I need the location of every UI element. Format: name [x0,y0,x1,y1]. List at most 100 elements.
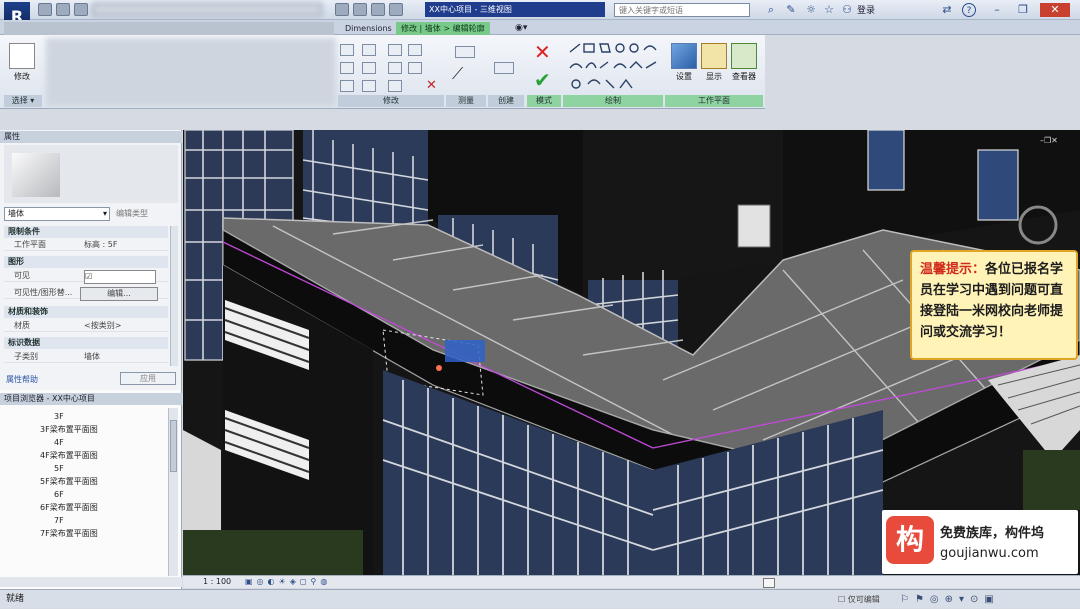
binoculars-icon[interactable]: ⌕ [764,3,778,17]
create-panel-label: 创建 [488,95,524,107]
tab-modify-wall-edit-profile[interactable]: 修改 | 墙体 > 编辑轮廓 [396,22,490,35]
grid-plane-icon [671,43,697,69]
text-icon[interactable] [371,3,385,16]
tab-dimensions[interactable]: Dimensions [340,22,397,35]
watermark-url: goujianwu.com [940,546,1039,561]
prop-row-visible[interactable]: 可见 ☑ [4,270,168,284]
group-constraints[interactable]: 限制条件 [4,226,168,238]
browser-tree-item[interactable]: 6F [14,488,164,501]
sync-icon[interactable] [335,3,349,16]
draw-tools [566,40,662,94]
rotate-icon[interactable] [388,62,402,74]
ribbon-tabs-blurred [4,22,334,35]
cancel-edit-icon[interactable]: ✕ [534,40,551,64]
browser-tree-item[interactable]: 5F [14,462,164,475]
offset-icon[interactable] [362,44,376,56]
browser-tree-item[interactable]: 5F梁布置平面图 [14,475,164,488]
close-icon[interactable]: ✕ [1040,3,1070,17]
show-workplane-button[interactable]: 显示 [698,40,730,88]
browser-tree-item[interactable]: 7F梁布置平面图 [14,527,164,540]
prop-row-visibility-graphics[interactable]: 可见性/图形替... 编辑... [4,287,168,301]
browser-tree-item[interactable]: 4F梁布置平面图 [14,449,164,462]
viewer-icon [731,43,757,69]
quick-access-toolbar [92,3,322,16]
select-panel-label[interactable]: 选择 ▾ [4,95,42,107]
watermark-brand: 免费族库，构件坞 [940,526,1045,541]
checkbox-icon: ☐ [838,595,846,604]
view-window-controls[interactable]: –❐✕ [1040,136,1076,148]
visible-checkbox[interactable]: ☑ [84,270,156,284]
search-input[interactable]: 键入关键字或短语 [614,3,750,17]
scale-icon[interactable] [388,80,402,92]
group-identity[interactable]: 标识数据 [4,337,168,349]
group-graphics[interactable]: 图形 [4,256,168,268]
edit-visibility-button[interactable]: 编辑... [80,287,158,301]
modify-button[interactable]: 修改 [6,40,38,88]
open-icon[interactable] [38,3,52,16]
exchange-icon[interactable]: ⇄ [940,3,954,17]
status-text: 就绪 [6,594,25,604]
browser-hscrollbar[interactable] [0,577,182,587]
pin-icon[interactable] [362,80,376,92]
browser-tree-item[interactable]: 3F [14,410,164,423]
set-workplane-button[interactable]: 设置 [668,40,700,88]
status-bar: 就绪 ☐ 仅可编辑 ⚐⚑◎⊕▾⊙▣ [0,589,1080,608]
group-materials[interactable]: 材质和装饰 [4,306,168,318]
mode-panel-label: 模式 [527,95,561,107]
window-title: XX中心项目 - 三维视图 [425,2,605,17]
array-icon[interactable] [408,62,422,74]
hscroll-box[interactable] [763,578,775,588]
sign-in-link[interactable]: 登录 [857,3,875,16]
cursor-icon [9,43,35,69]
create-component-icon[interactable] [494,62,514,74]
favorites-icon[interactable]: ☆ [822,3,836,17]
section-icon[interactable] [389,3,403,16]
project-browser-header: 项目浏览器 - XX中心项目 [0,393,182,405]
help-icon[interactable]: ? [962,3,976,17]
show-plane-icon [701,43,727,69]
move-icon[interactable] [388,44,402,56]
split-icon[interactable] [340,80,354,92]
browser-tree-item[interactable]: 6F梁布置平面图 [14,501,164,514]
watermark: 构 免费族库，构件坞 goujianwu.com [882,510,1078,574]
properties-scrollbar[interactable] [170,226,178,366]
browser-tree-item[interactable]: 3F梁布置平面图 [14,423,164,436]
modify-panel-label: 修改 [338,95,444,107]
trim-icon[interactable] [362,62,376,74]
prop-row-material[interactable]: 材质 <按类别> [4,320,168,332]
measure-distance-icon[interactable] [455,46,475,58]
save-icon[interactable] [56,3,70,16]
view-scale[interactable]: 1 : 100 [203,576,231,588]
restore-icon[interactable]: ❐ [1016,3,1030,17]
finish-edit-icon[interactable]: ✔ [534,68,551,92]
browser-tree-item[interactable]: 4F [14,436,164,449]
type-selector-dropdown[interactable]: 墙体 ▾ [4,207,110,221]
prop-row-workplane: 工作平面 标高 : 5F [4,239,168,251]
editable-only-checkbox[interactable]: ☐ 仅可编辑 [838,590,880,609]
status-filter-icons[interactable]: ⚐⚑◎⊕▾⊙▣ [900,590,1000,609]
viewer-button[interactable]: 查看器 [728,40,760,88]
subscription-icon[interactable]: ✎ [784,3,798,17]
scrollbar-thumb[interactable] [170,420,177,472]
tab-overflow-icon[interactable]: ◉▾ [510,22,532,35]
undo-icon[interactable] [74,3,88,16]
copy-icon[interactable] [408,44,422,56]
mirror-icon[interactable] [340,62,354,74]
delete-icon[interactable]: ✕ [426,78,437,93]
properties-help-link[interactable]: 属性帮助 [6,374,38,385]
dimension-icon[interactable]: ⟋ [452,64,478,84]
align-icon[interactable] [340,44,354,56]
measure-icon[interactable] [353,3,367,16]
user-icon[interactable]: ⚇ [840,3,854,17]
edit-type-button[interactable]: 编辑类型 [116,207,178,221]
communication-icon[interactable]: ☼ [804,3,818,17]
tip-bubble: 温馨提示：各位已报名学员在学习中遇到问题可直接登陆一米网校向老师提问或交流学习！ [910,250,1078,360]
apply-button[interactable]: 应用 [120,372,176,385]
browser-scrollbar[interactable] [168,408,178,576]
ribbon-blurred-area [46,38,336,106]
browser-tree-item[interactable]: 7F [14,514,164,527]
prop-row-subcategory[interactable]: 子类别 墙体 [4,351,168,363]
view-control-icons[interactable]: ▣◎◐☀◈◻⚲◍ [245,576,331,588]
minimize-icon[interactable]: – [990,3,1004,17]
view-control-bar: 1 : 100 ▣◎◐☀◈◻⚲◍ [183,575,1080,588]
